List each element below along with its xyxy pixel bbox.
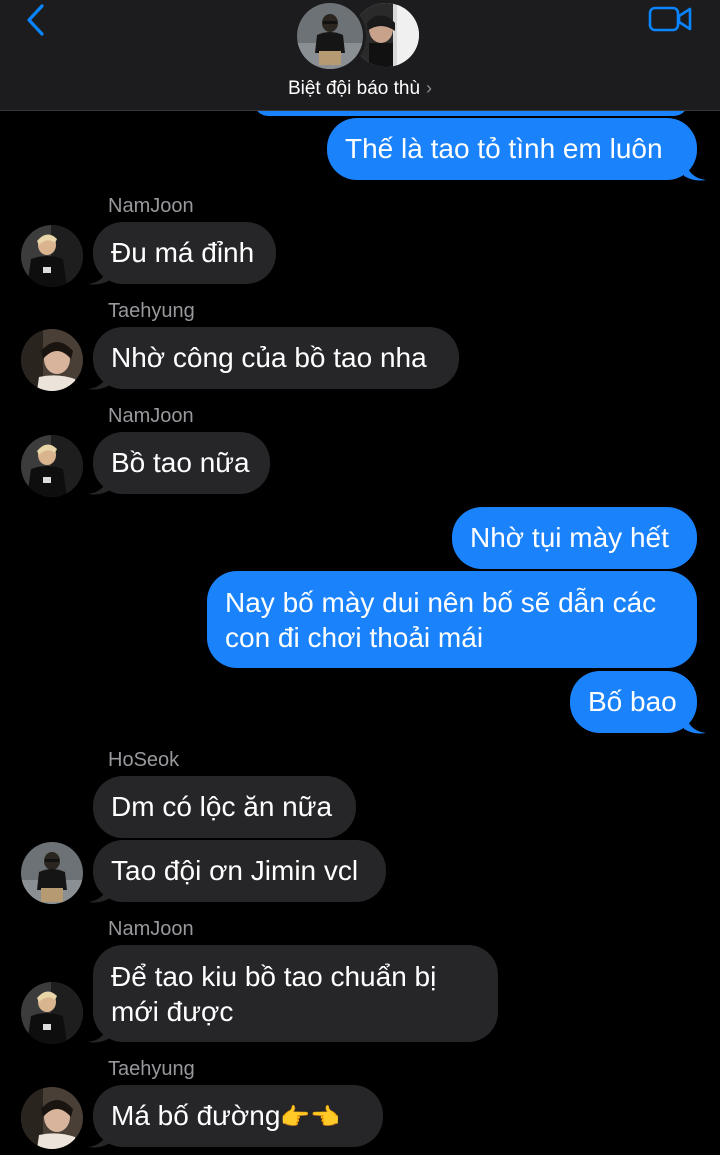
video-call-button[interactable] bbox=[648, 4, 694, 34]
video-camera-icon bbox=[648, 6, 692, 32]
conversation-header: Biệt đội báo thù › bbox=[0, 0, 720, 111]
incoming-bubble-tail bbox=[88, 472, 110, 495]
group-name-button[interactable]: Biệt đội báo thù › bbox=[0, 78, 720, 100]
outgoing-bubble-tail bbox=[684, 158, 706, 181]
avatar-namjoon[interactable] bbox=[21, 982, 83, 1044]
group-member-avatar-front bbox=[294, 0, 366, 72]
group-avatar-stack[interactable] bbox=[294, 0, 426, 72]
incoming-message[interactable]: Đu má đỉnh bbox=[93, 222, 276, 284]
message-text: Đu má đỉnh bbox=[111, 237, 255, 268]
message-text-line: Nay bố mày dui nên bố sẽ dẫn các bbox=[225, 587, 657, 618]
message-text: Bố bao bbox=[588, 686, 677, 717]
message-text: Thế là tao tỏ tình em luôn bbox=[345, 133, 663, 164]
message-text: Bồ tao nữa bbox=[111, 447, 250, 478]
incoming-bubble-tail bbox=[88, 880, 110, 903]
chevron-right-icon: › bbox=[426, 78, 433, 98]
incoming-bubble-tail bbox=[88, 1020, 110, 1043]
sender-name: HoSeok bbox=[108, 749, 180, 771]
incoming-message[interactable]: Tao đội ơn Jimin vcl bbox=[93, 840, 386, 902]
message-text-line: mới được bbox=[111, 996, 234, 1027]
sender-name: NamJoon bbox=[108, 918, 194, 940]
pointing-fingers-emoji: 👉👈 bbox=[280, 1104, 341, 1131]
outgoing-message[interactable]: Bố bao bbox=[570, 671, 697, 733]
avatar-hoseok[interactable] bbox=[21, 842, 83, 904]
incoming-message[interactable]: Bồ tao nữa bbox=[93, 432, 270, 494]
sender-name: NamJoon bbox=[108, 195, 194, 217]
incoming-message[interactable]: Nhờ công của bồ tao nha bbox=[93, 327, 459, 389]
message-text: Nhờ tụi mày hết bbox=[470, 522, 669, 553]
message-text: Nhờ công của bồ tao nha bbox=[111, 342, 427, 373]
avatar-taehyung[interactable] bbox=[21, 329, 83, 391]
avatar-namjoon[interactable] bbox=[21, 435, 83, 497]
message-text: Tao đội ơn Jimin vcl bbox=[111, 855, 359, 886]
incoming-message[interactable]: Để tao kiu bồ tao chuẩn bị mới được bbox=[93, 945, 498, 1042]
outgoing-message[interactable]: Thế là tao tỏ tình em luôn bbox=[327, 118, 697, 180]
avatar-taehyung[interactable] bbox=[21, 1087, 83, 1149]
sender-name: Taehyung bbox=[108, 300, 195, 322]
sender-name: NamJoon bbox=[108, 405, 194, 427]
sender-name: Taehyung bbox=[108, 1058, 195, 1080]
message-text-line: con đi chơi thoải mái bbox=[225, 622, 484, 653]
chevron-left-icon bbox=[27, 4, 44, 36]
outgoing-message[interactable]: Nhờ tụi mày hết bbox=[452, 507, 697, 569]
message-text: Má bố đường bbox=[111, 1100, 281, 1131]
incoming-message[interactable]: Má bố đường👉👈 bbox=[93, 1085, 383, 1147]
message-text-line: Để tao kiu bồ tao chuẩn bị bbox=[111, 961, 437, 992]
message-text: Dm có lộc ăn nữa bbox=[111, 791, 333, 822]
incoming-bubble-tail bbox=[88, 262, 110, 285]
group-name: Biệt đội báo thù bbox=[287, 78, 421, 99]
outgoing-bubble-tail bbox=[684, 711, 706, 734]
outgoing-message[interactable]: Nay bố mày dui nên bố sẽ dẫn các con đi … bbox=[207, 571, 697, 668]
back-button[interactable] bbox=[22, 2, 52, 38]
incoming-message[interactable]: Dm có lộc ăn nữa bbox=[93, 776, 356, 838]
incoming-bubble-tail bbox=[88, 367, 110, 390]
incoming-bubble-tail bbox=[88, 1125, 110, 1148]
avatar-namjoon[interactable] bbox=[21, 225, 83, 287]
